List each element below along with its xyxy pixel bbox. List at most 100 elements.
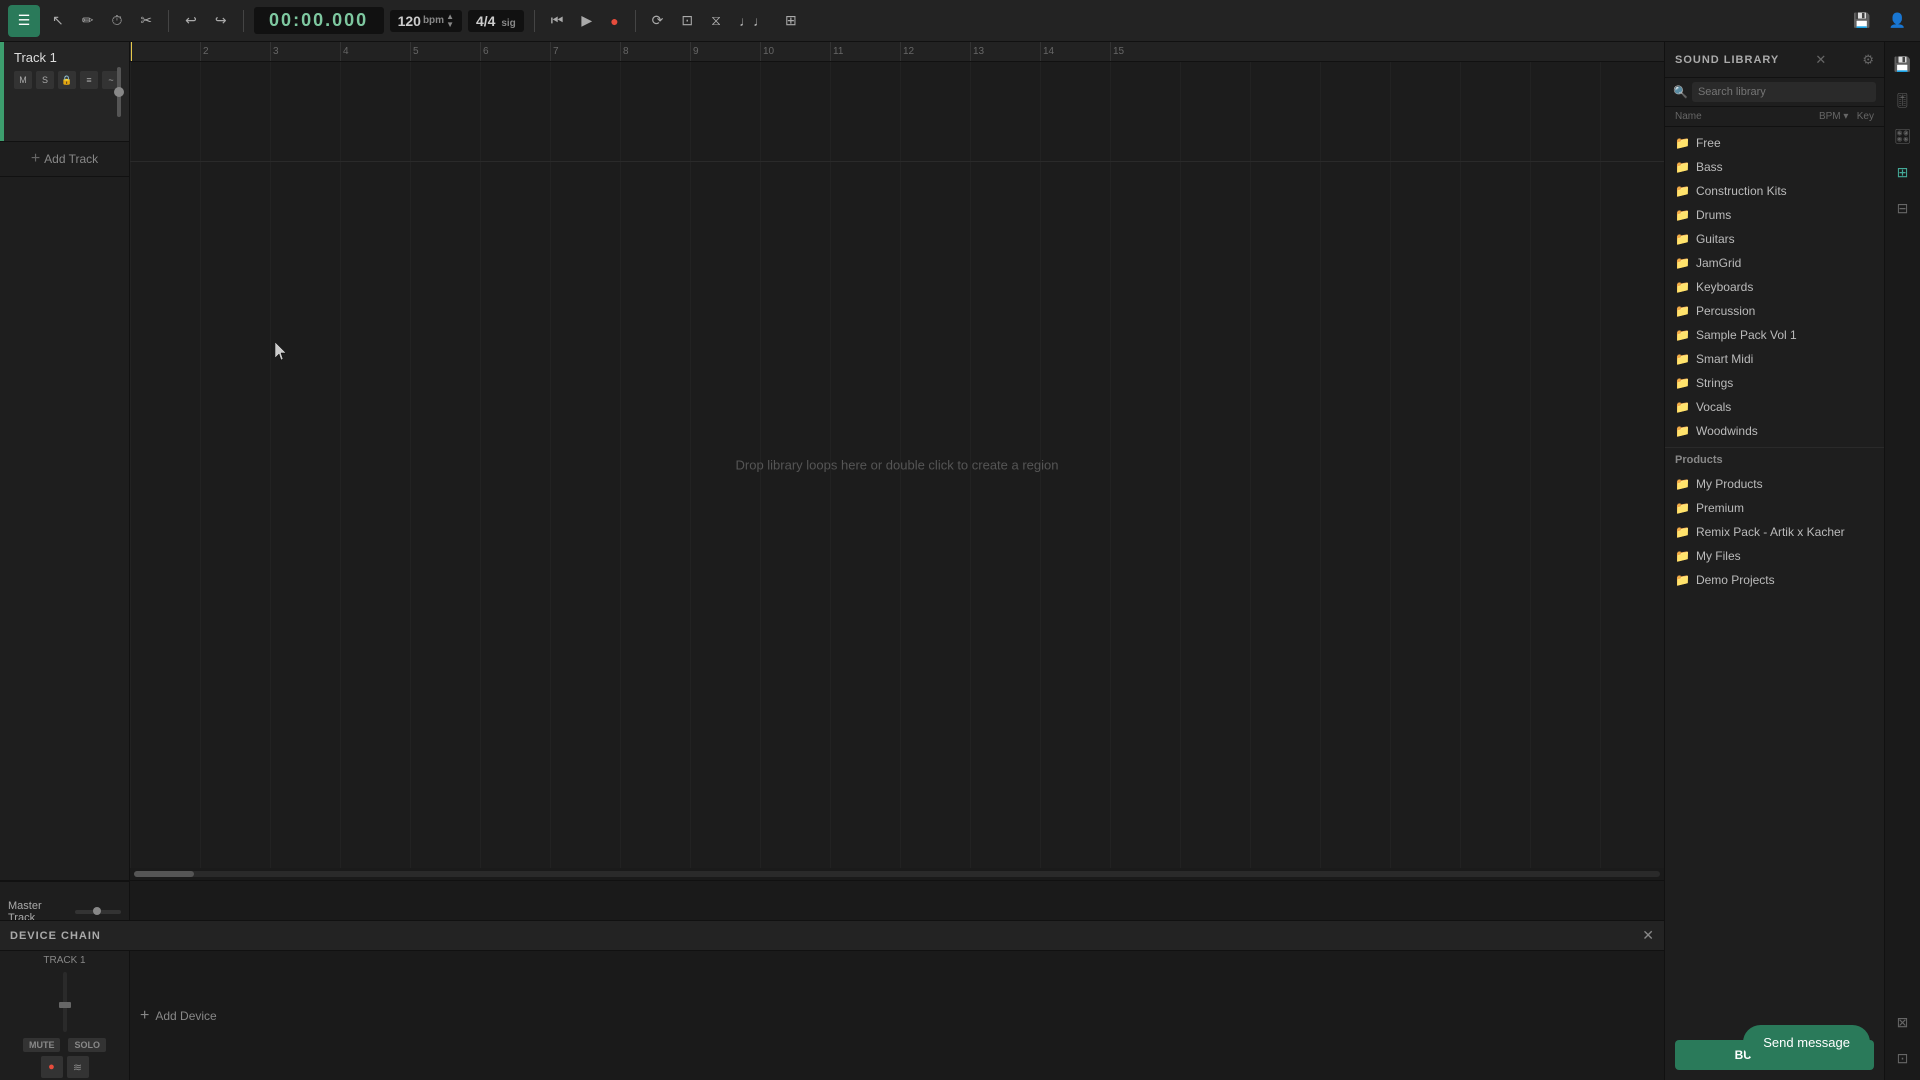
track1-mixer-btn[interactable]: ≡ [80,71,98,89]
library-item-vocals[interactable]: 📁Vocals [1665,395,1884,419]
library-item-demo-projects[interactable]: 📁Demo Projects [1665,568,1884,592]
record-button[interactable]: ● [604,9,624,33]
library-item-bass[interactable]: 📁Bass [1665,155,1884,179]
pointer-tool-button[interactable]: ↖ [46,8,70,33]
library-item-my-products[interactable]: 📁My Products [1665,472,1884,496]
scrollbar-thumb[interactable] [134,871,194,877]
library-item-smart-midi[interactable]: 📁Smart Midi [1665,347,1884,371]
undo-button[interactable]: ↩ [179,8,203,33]
lib-item-label: Premium [1696,501,1744,515]
send-message-button[interactable]: Send message [1743,1025,1870,1060]
time-sig-display[interactable]: 4/4 sig [468,10,524,32]
right-icon-bottom-1[interactable]: ⊠ [1889,1008,1917,1036]
folder-icon: 📁 [1675,256,1690,270]
loop-button[interactable]: ⟳ [646,8,670,33]
track1-fader-thumb[interactable] [59,1002,71,1008]
pencil-tool-button[interactable]: ✏ [76,8,100,33]
snap-icon: ⊡ [681,12,693,29]
master-volume-thumb[interactable] [93,907,101,915]
user-button[interactable]: 👤 [1883,8,1912,33]
lib-item-label: Sample Pack Vol 1 [1696,328,1797,342]
add-track-button[interactable]: + Add Track [0,142,129,177]
add-device-button[interactable]: + Add Device [140,1007,217,1025]
track1-mute-button[interactable]: MUTE [23,1038,61,1052]
pattern-button[interactable]: ⊞ [779,8,803,33]
track1-header[interactable]: Track 1 M S 🔒 ≡ ~ [0,42,129,142]
menu-button[interactable]: ☰ [8,5,40,37]
track-color-bar [0,42,4,141]
library-item-strings[interactable]: 📁Strings [1665,371,1884,395]
ruler-marker-6: 6 [480,42,489,61]
track1-mute-btn[interactable]: M [14,71,32,89]
track1-volume-thumb[interactable] [114,87,124,97]
bpm-label: bpm [423,15,444,26]
library-settings-button[interactable]: ⚙ [1862,52,1874,68]
play-button[interactable]: ▶ [575,8,598,33]
quantize-icon: ⧖ [711,12,721,29]
library-search-input[interactable] [1692,82,1876,102]
library-close-button[interactable]: ✕ [1815,52,1826,68]
track1-solo-btn[interactable]: S [36,71,54,89]
clock-tool-button[interactable]: ⏱ [105,8,128,33]
folder-icon: 📁 [1675,573,1690,587]
undo-icon: ↩ [185,12,197,29]
folder-icon: 📁 [1675,136,1690,150]
pencil-icon: ✏ [82,12,94,29]
quantize-button[interactable]: ⧖ [705,8,727,33]
track1-row [130,62,1664,162]
save-button[interactable]: 💾 [1847,8,1876,33]
bpm-display[interactable]: 120 bpm ▲ ▼ [390,10,462,32]
device-chain-close-button[interactable]: ✕ [1642,927,1654,944]
track1-mixer-panel: TRACK 1 MUTE SOLO ● ≋ [0,951,130,1080]
track1-volume-slider[interactable] [117,67,121,117]
library-item-remix-pack---artik-x-kacher[interactable]: 📁Remix Pack - Artik x Kacher [1665,520,1884,544]
redo-button[interactable]: ↪ [209,8,233,33]
right-icon-bottom-2[interactable]: ⊡ [1889,1044,1917,1072]
library-item-drums[interactable]: 📁Drums [1665,203,1884,227]
track1-mixer-label: TRACK 1 [4,955,125,966]
library-item-guitars[interactable]: 📁Guitars [1665,227,1884,251]
library-item-keyboards[interactable]: 📁Keyboards [1665,275,1884,299]
library-item-construction-kits[interactable]: 📁 Construction Kits [1665,179,1884,203]
tracks-timeline: Track 1 M S 🔒 ≡ ~ + Add Track [0,42,1664,880]
folder-icon: 📁 [1675,184,1690,198]
right-icon-save[interactable]: 💾 [1889,50,1917,78]
folder-icon: 📁 [1675,328,1690,342]
library-item-sample-pack-vol-1[interactable]: 📁 Sample Pack Vol 1 [1665,323,1884,347]
time-sig-value: 4/4 [476,13,495,29]
library-item-percussion[interactable]: 📁Percussion [1665,299,1884,323]
right-icon-piano[interactable]: ⊞ [1889,158,1917,186]
track1-fader[interactable] [63,972,67,1032]
timeline-scrollbar[interactable] [130,868,1664,880]
record-icon: ● [610,13,618,29]
library-item-premium[interactable]: 📁Premium [1665,496,1884,520]
lib-item-label: Strings [1696,376,1733,390]
library-item-my-files[interactable]: 📁My Files [1665,544,1884,568]
track-content[interactable]: Drop library loops here or double click … [130,62,1664,868]
scrollbar-track [134,871,1660,877]
separator-4 [635,10,636,32]
bpm-stepper[interactable]: ▲ ▼ [446,13,454,29]
rewind-button[interactable]: ⏮ [545,8,570,33]
right-icon-grid[interactable]: ⊟ [1889,194,1917,222]
chord-button[interactable]: ♩♩ [733,9,773,33]
timeline-ruler[interactable]: 2 3 4 5 6 7 8 9 10 11 12 13 14 15 [130,42,1664,62]
library-item-free[interactable]: 📁Free [1665,131,1884,155]
right-icon-instruments[interactable]: 🎛 [1889,122,1917,150]
library-item-woodwinds[interactable]: 📁Woodwinds [1665,419,1884,443]
track1-solo-button[interactable]: SOLO [68,1038,106,1052]
ruler-marker-9: 9 [690,42,699,61]
bpm-down-arrow[interactable]: ▼ [446,21,454,29]
library-item-jamgrid[interactable]: 📁JamGrid [1665,251,1884,275]
lib-item-label: Construction Kits [1696,184,1787,198]
scissors-tool-button[interactable]: ✂ [134,8,158,33]
track1-record-btn[interactable]: ● [41,1056,63,1078]
tracks-timeline-wrapper: Track 1 M S 🔒 ≡ ~ + Add Track [0,42,1664,1080]
master-volume-slider[interactable] [75,910,121,914]
snap-button[interactable]: ⊡ [675,8,699,33]
grid-lines [130,62,1664,868]
track1-lock-btn[interactable]: 🔒 [58,71,76,89]
right-icon-mixer[interactable]: 🎚 [1889,86,1917,114]
time-sig-label: sig [501,18,515,29]
track1-wave-btn[interactable]: ≋ [67,1056,89,1078]
